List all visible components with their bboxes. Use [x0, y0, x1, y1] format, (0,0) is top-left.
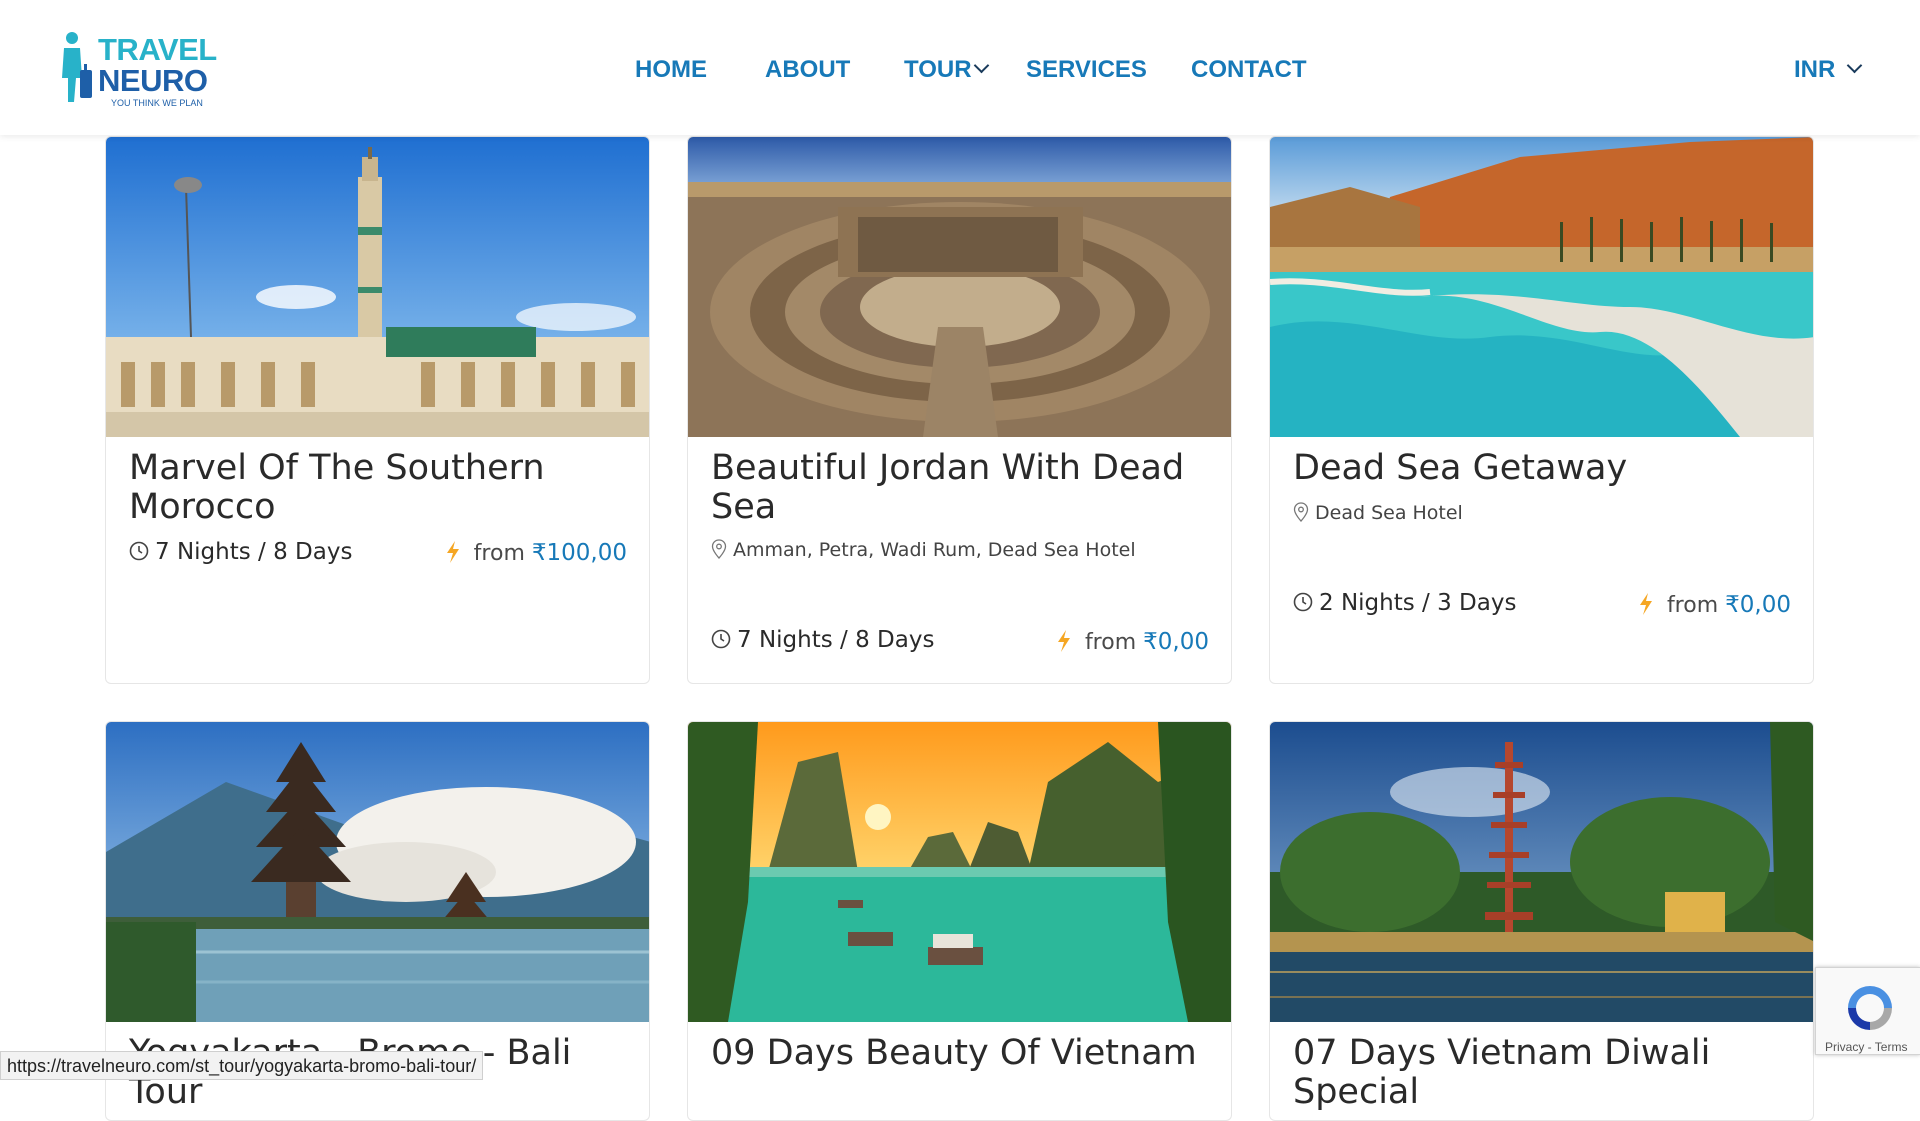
tour-duration: 7 Nights / 8 Days — [129, 539, 352, 565]
nav-about[interactable]: ABOUT — [765, 56, 850, 84]
tour-duration: 2 Nights / 3 Days — [1293, 590, 1516, 616]
clock-icon — [129, 541, 149, 560]
tour-price: from ₹0,00 — [1056, 629, 1209, 655]
tour-location: Amman, Petra, Wadi Rum, Dead Sea Hotel — [711, 538, 1136, 561]
duration-text: 7 Nights / 8 Days — [737, 627, 935, 653]
duration-text: 7 Nights / 8 Days — [155, 539, 353, 565]
currency-selector[interactable]: INR — [1794, 56, 1863, 84]
recaptcha-badge[interactable]: Privacy - Terms — [1815, 967, 1920, 1055]
price-amount: ₹100,00 — [531, 540, 627, 566]
lightning-icon — [1639, 593, 1652, 615]
nav-tour[interactable]: TOUR — [904, 56, 989, 84]
price-amount: ₹0,00 — [1725, 592, 1791, 618]
travel-neuro-logo[interactable]: TRAVEL NEURO YOU THINK WE PLAN — [58, 30, 218, 108]
tour-image-halong-bay-sunset[interactable] — [688, 722, 1231, 1022]
browser-status-url: https://travelneuro.com/st_tour/yogyakar… — [0, 1051, 484, 1080]
tour-image-dead-sea-salt-pools[interactable] — [1270, 137, 1813, 437]
tour-image-jerash-theater[interactable] — [688, 137, 1231, 437]
tour-location: Dead Sea Hotel — [1293, 501, 1463, 524]
lightning-icon — [446, 541, 459, 563]
logo-line-1: TRAVEL — [98, 32, 217, 67]
lightning-icon — [1057, 630, 1070, 652]
tour-image-casablanca-mosque[interactable] — [106, 137, 649, 437]
nav-services[interactable]: SERVICES — [1026, 56, 1147, 84]
location-text: Amman, Petra, Wadi Rum, Dead Sea Hotel — [733, 539, 1136, 561]
nav-contact[interactable]: CONTACT — [1191, 56, 1307, 84]
location-text: Dead Sea Hotel — [1315, 502, 1463, 524]
chevron-down-icon — [1847, 57, 1863, 74]
tour-image-hanoi-pagoda-night[interactable] — [1270, 722, 1813, 1022]
tour-duration: 7 Nights / 8 Days — [711, 627, 934, 653]
nav-home[interactable]: HOME — [635, 56, 707, 84]
recaptcha-icon — [1848, 986, 1892, 1030]
tour-image-bali-temple-lake[interactable] — [106, 722, 649, 1022]
logo-tagline: YOU THINK WE PLAN — [111, 98, 203, 108]
tour-card[interactable]: Marvel Of The Southern Morocco 7 Nights … — [105, 136, 650, 684]
tour-card[interactable]: 09 Days Beauty Of Vietnam — [687, 721, 1232, 1121]
tour-title[interactable]: Marvel Of The Southern Morocco — [129, 449, 629, 527]
clock-icon — [1293, 592, 1313, 611]
tour-price: from ₹100,00 — [445, 540, 627, 566]
clock-icon — [711, 629, 731, 648]
tour-card[interactable]: Beautiful Jordan With Dead Sea Amman, Pe… — [687, 136, 1232, 684]
tour-card[interactable]: 07 Days Vietnam Diwali Special — [1269, 721, 1814, 1121]
tour-title[interactable]: 07 Days Vietnam Diwali Special — [1293, 1034, 1793, 1112]
price-from-label: from — [1084, 630, 1137, 655]
map-pin-icon — [1293, 501, 1309, 522]
chevron-down-icon — [973, 57, 989, 74]
tour-price: from ₹0,00 — [1638, 592, 1791, 618]
nav-tour-label: TOUR — [904, 56, 972, 83]
recaptcha-privacy-terms[interactable]: Privacy - Terms — [1825, 1040, 1907, 1054]
currency-label: INR — [1794, 56, 1836, 83]
map-pin-icon — [711, 538, 727, 559]
tour-title[interactable]: Dead Sea Getaway — [1293, 449, 1793, 488]
tour-title[interactable]: 09 Days Beauty Of Vietnam — [711, 1034, 1211, 1073]
price-amount: ₹0,00 — [1143, 629, 1209, 655]
duration-text: 2 Nights / 3 Days — [1319, 590, 1517, 616]
logo-wordmark: TRAVEL NEURO — [98, 34, 217, 96]
price-from-label: from — [1666, 593, 1719, 618]
price-from-label: from — [473, 541, 525, 566]
logo-line-2: NEURO — [98, 63, 208, 98]
site-header: TRAVEL NEURO YOU THINK WE PLAN HOME ABOU… — [0, 0, 1920, 135]
tour-title[interactable]: Beautiful Jordan With Dead Sea — [711, 449, 1211, 527]
tour-card[interactable]: Dead Sea Getaway Dead Sea Hotel 2 Nights… — [1269, 136, 1814, 684]
